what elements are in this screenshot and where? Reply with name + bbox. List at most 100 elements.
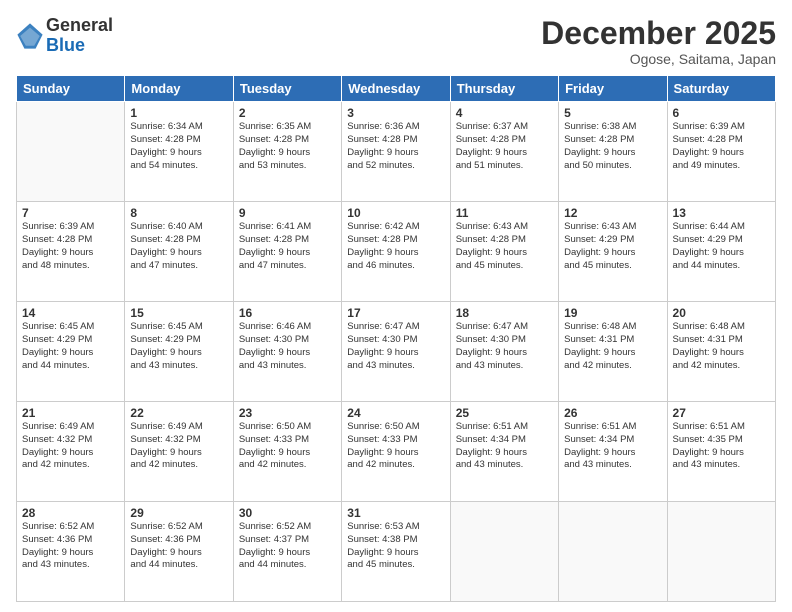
day-number: 5 [564,106,661,120]
day-number: 3 [347,106,444,120]
day-number: 16 [239,306,336,320]
day-info: Sunrise: 6:52 AM Sunset: 4:36 PM Dayligh… [130,521,227,572]
day-number: 11 [456,206,553,220]
page-container: General Blue December 2025 Ogose, Saitam… [0,0,792,612]
day-number: 28 [22,506,119,520]
day-info: Sunrise: 6:45 AM Sunset: 4:29 PM Dayligh… [22,321,119,372]
day-info: Sunrise: 6:42 AM Sunset: 4:28 PM Dayligh… [347,221,444,272]
calendar-header-row: Sunday Monday Tuesday Wednesday Thursday… [17,76,776,102]
day-info: Sunrise: 6:35 AM Sunset: 4:28 PM Dayligh… [239,121,336,172]
table-row: 7Sunrise: 6:39 AM Sunset: 4:28 PM Daylig… [17,202,125,302]
day-info: Sunrise: 6:47 AM Sunset: 4:30 PM Dayligh… [456,321,553,372]
day-number: 31 [347,506,444,520]
table-row: 14Sunrise: 6:45 AM Sunset: 4:29 PM Dayli… [17,302,125,402]
table-row [17,102,125,202]
table-row: 6Sunrise: 6:39 AM Sunset: 4:28 PM Daylig… [667,102,775,202]
header-thursday: Thursday [450,76,558,102]
calendar-week-5: 28Sunrise: 6:52 AM Sunset: 4:36 PM Dayli… [17,502,776,602]
table-row: 28Sunrise: 6:52 AM Sunset: 4:36 PM Dayli… [17,502,125,602]
table-row: 22Sunrise: 6:49 AM Sunset: 4:32 PM Dayli… [125,402,233,502]
day-number: 27 [673,406,770,420]
day-info: Sunrise: 6:40 AM Sunset: 4:28 PM Dayligh… [130,221,227,272]
table-row: 25Sunrise: 6:51 AM Sunset: 4:34 PM Dayli… [450,402,558,502]
header-tuesday: Tuesday [233,76,341,102]
logo-blue: Blue [46,36,113,56]
month-title: December 2025 [541,16,776,51]
header-wednesday: Wednesday [342,76,450,102]
day-info: Sunrise: 6:51 AM Sunset: 4:34 PM Dayligh… [456,421,553,472]
day-number: 20 [673,306,770,320]
day-number: 9 [239,206,336,220]
day-info: Sunrise: 6:43 AM Sunset: 4:28 PM Dayligh… [456,221,553,272]
table-row: 23Sunrise: 6:50 AM Sunset: 4:33 PM Dayli… [233,402,341,502]
day-number: 6 [673,106,770,120]
table-row: 19Sunrise: 6:48 AM Sunset: 4:31 PM Dayli… [559,302,667,402]
day-info: Sunrise: 6:53 AM Sunset: 4:38 PM Dayligh… [347,521,444,572]
table-row: 10Sunrise: 6:42 AM Sunset: 4:28 PM Dayli… [342,202,450,302]
table-row: 26Sunrise: 6:51 AM Sunset: 4:34 PM Dayli… [559,402,667,502]
day-number: 12 [564,206,661,220]
day-info: Sunrise: 6:41 AM Sunset: 4:28 PM Dayligh… [239,221,336,272]
day-info: Sunrise: 6:39 AM Sunset: 4:28 PM Dayligh… [22,221,119,272]
day-number: 30 [239,506,336,520]
table-row: 31Sunrise: 6:53 AM Sunset: 4:38 PM Dayli… [342,502,450,602]
day-number: 10 [347,206,444,220]
table-row: 18Sunrise: 6:47 AM Sunset: 4:30 PM Dayli… [450,302,558,402]
table-row [559,502,667,602]
day-number: 24 [347,406,444,420]
table-row: 13Sunrise: 6:44 AM Sunset: 4:29 PM Dayli… [667,202,775,302]
title-block: December 2025 Ogose, Saitama, Japan [541,16,776,67]
day-info: Sunrise: 6:49 AM Sunset: 4:32 PM Dayligh… [22,421,119,472]
day-info: Sunrise: 6:45 AM Sunset: 4:29 PM Dayligh… [130,321,227,372]
day-number: 14 [22,306,119,320]
table-row: 12Sunrise: 6:43 AM Sunset: 4:29 PM Dayli… [559,202,667,302]
table-row: 16Sunrise: 6:46 AM Sunset: 4:30 PM Dayli… [233,302,341,402]
table-row: 30Sunrise: 6:52 AM Sunset: 4:37 PM Dayli… [233,502,341,602]
table-row: 20Sunrise: 6:48 AM Sunset: 4:31 PM Dayli… [667,302,775,402]
logo-text: General Blue [46,16,113,56]
table-row: 1Sunrise: 6:34 AM Sunset: 4:28 PM Daylig… [125,102,233,202]
page-header: General Blue December 2025 Ogose, Saitam… [16,16,776,67]
header-sunday: Sunday [17,76,125,102]
day-info: Sunrise: 6:43 AM Sunset: 4:29 PM Dayligh… [564,221,661,272]
day-number: 4 [456,106,553,120]
day-number: 7 [22,206,119,220]
day-info: Sunrise: 6:52 AM Sunset: 4:37 PM Dayligh… [239,521,336,572]
day-info: Sunrise: 6:44 AM Sunset: 4:29 PM Dayligh… [673,221,770,272]
day-number: 2 [239,106,336,120]
day-number: 21 [22,406,119,420]
day-number: 1 [130,106,227,120]
table-row: 27Sunrise: 6:51 AM Sunset: 4:35 PM Dayli… [667,402,775,502]
day-info: Sunrise: 6:34 AM Sunset: 4:28 PM Dayligh… [130,121,227,172]
day-number: 15 [130,306,227,320]
day-info: Sunrise: 6:50 AM Sunset: 4:33 PM Dayligh… [347,421,444,472]
table-row: 24Sunrise: 6:50 AM Sunset: 4:33 PM Dayli… [342,402,450,502]
table-row: 9Sunrise: 6:41 AM Sunset: 4:28 PM Daylig… [233,202,341,302]
day-info: Sunrise: 6:50 AM Sunset: 4:33 PM Dayligh… [239,421,336,472]
day-number: 13 [673,206,770,220]
logo: General Blue [16,16,113,56]
table-row: 8Sunrise: 6:40 AM Sunset: 4:28 PM Daylig… [125,202,233,302]
table-row: 11Sunrise: 6:43 AM Sunset: 4:28 PM Dayli… [450,202,558,302]
day-number: 29 [130,506,227,520]
day-number: 26 [564,406,661,420]
table-row: 15Sunrise: 6:45 AM Sunset: 4:29 PM Dayli… [125,302,233,402]
day-info: Sunrise: 6:47 AM Sunset: 4:30 PM Dayligh… [347,321,444,372]
day-info: Sunrise: 6:46 AM Sunset: 4:30 PM Dayligh… [239,321,336,372]
day-info: Sunrise: 6:38 AM Sunset: 4:28 PM Dayligh… [564,121,661,172]
location: Ogose, Saitama, Japan [541,51,776,67]
day-info: Sunrise: 6:51 AM Sunset: 4:35 PM Dayligh… [673,421,770,472]
day-info: Sunrise: 6:52 AM Sunset: 4:36 PM Dayligh… [22,521,119,572]
logo-icon [16,22,44,50]
day-number: 18 [456,306,553,320]
day-info: Sunrise: 6:48 AM Sunset: 4:31 PM Dayligh… [673,321,770,372]
day-number: 23 [239,406,336,420]
calendar-week-1: 1Sunrise: 6:34 AM Sunset: 4:28 PM Daylig… [17,102,776,202]
header-monday: Monday [125,76,233,102]
table-row: 29Sunrise: 6:52 AM Sunset: 4:36 PM Dayli… [125,502,233,602]
day-info: Sunrise: 6:37 AM Sunset: 4:28 PM Dayligh… [456,121,553,172]
day-number: 17 [347,306,444,320]
day-number: 8 [130,206,227,220]
table-row: 3Sunrise: 6:36 AM Sunset: 4:28 PM Daylig… [342,102,450,202]
day-info: Sunrise: 6:48 AM Sunset: 4:31 PM Dayligh… [564,321,661,372]
